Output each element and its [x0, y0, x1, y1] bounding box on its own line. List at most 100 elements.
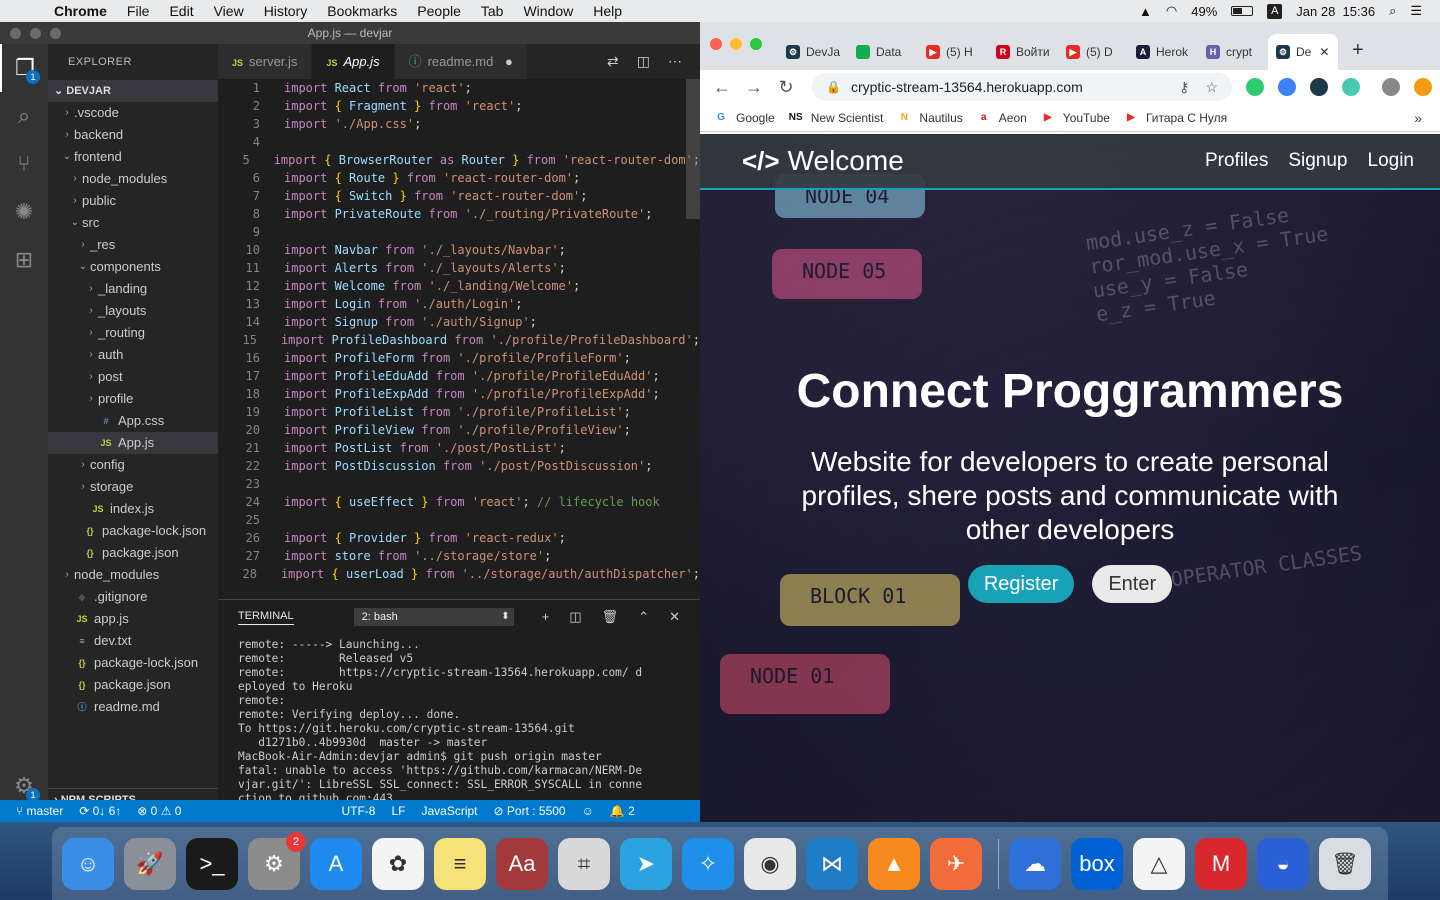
calculator-icon[interactable]: ⌗: [558, 837, 610, 890]
menu-window[interactable]: Window: [523, 3, 573, 19]
tree-item[interactable]: › _landing: [48, 278, 218, 300]
menu-history[interactable]: History: [264, 3, 308, 19]
mega-icon[interactable]: M: [1195, 837, 1247, 890]
adblock-extension-icon[interactable]: [1246, 78, 1264, 96]
back-button[interactable]: ←: [706, 77, 738, 98]
bookmark-item[interactable]: NS New Scientist: [789, 111, 884, 125]
chrome-tab[interactable]: ⚙ De ✕: [1268, 34, 1338, 70]
editor-scrollbar[interactable]: [686, 79, 700, 219]
extensions-icon[interactable]: ⊞: [0, 236, 48, 284]
wifi-icon[interactable]: ◠: [1166, 3, 1177, 19]
tree-item[interactable]: › storage: [48, 476, 218, 498]
chrome-icon[interactable]: ◉: [744, 837, 796, 890]
tree-item[interactable]: JS index.js: [48, 498, 218, 520]
enter-button[interactable]: Enter: [1092, 565, 1173, 603]
extension-icon[interactable]: [1342, 78, 1360, 96]
key-icon[interactable]: ⚷: [1179, 79, 1189, 96]
chrome-tab[interactable]: Hcrypt: [1198, 34, 1268, 70]
bookmark-star-icon[interactable]: ☆: [1205, 79, 1218, 96]
notes-icon[interactable]: ≡: [434, 837, 486, 890]
dictionary-icon[interactable]: Aa: [496, 837, 548, 890]
tree-item[interactable]: ≡ dev.txt: [48, 630, 218, 652]
chrome-tab[interactable]: ▶ (5) D: [1058, 34, 1128, 70]
tree-item[interactable]: JS app.js: [48, 608, 218, 630]
input-source-icon[interactable]: A: [1267, 3, 1283, 19]
tree-item[interactable]: › profile: [48, 388, 218, 410]
close-panel-icon[interactable]: ✕: [669, 609, 680, 625]
forward-button[interactable]: →: [738, 77, 770, 98]
tree-item[interactable]: › _layouts: [48, 300, 218, 322]
menu-view[interactable]: View: [214, 3, 244, 19]
site-brand[interactable]: </> Welcome: [742, 145, 904, 177]
terminal-icon[interactable]: >_: [186, 837, 238, 890]
bookmarks-overflow-icon[interactable]: »: [1414, 110, 1422, 126]
tree-item[interactable]: {} package-lock.json: [48, 520, 218, 542]
bookmark-item[interactable]: a Aeon: [977, 111, 1027, 125]
git-branch[interactable]: ⑂ master: [16, 804, 63, 818]
tree-item[interactable]: › _routing: [48, 322, 218, 344]
tree-item[interactable]: ⌄ src: [48, 212, 218, 234]
bookmark-item[interactable]: ▶ Гитара С Нуля: [1124, 111, 1227, 125]
chrome-zoom-button[interactable]: [750, 38, 762, 50]
open-changes-icon[interactable]: ⇄: [607, 53, 619, 70]
telegram-icon[interactable]: ➤: [620, 837, 672, 890]
tree-item[interactable]: › config: [48, 454, 218, 476]
tab-readme-md[interactable]: ⓘ readme.md ●: [394, 44, 528, 79]
menu-app-name[interactable]: Chrome: [54, 3, 107, 19]
chrome-tab[interactable]: A Herok: [1128, 34, 1198, 70]
tree-item[interactable]: # App.css: [48, 410, 218, 432]
project-root[interactable]: ⌄ DEVJAR: [48, 80, 218, 102]
close-tab-icon[interactable]: ✕: [1319, 45, 1329, 59]
spotlight-search-icon[interactable]: ⌕: [1389, 3, 1396, 19]
tree-item[interactable]: ◆ .gitignore: [48, 586, 218, 608]
icloud-icon[interactable]: ☁: [1009, 837, 1061, 890]
reload-button[interactable]: ↻: [770, 77, 802, 98]
split-terminal-icon[interactable]: ◫: [569, 609, 581, 625]
postman-icon[interactable]: ✈: [930, 837, 982, 890]
vscode-icon[interactable]: ⋈: [806, 837, 858, 890]
kill-terminal-icon[interactable]: 🗑: [602, 609, 619, 625]
google-drive-icon[interactable]: △: [1133, 837, 1185, 890]
minimize-window-button[interactable]: [30, 28, 41, 39]
nav-link-profiles[interactable]: Profiles: [1205, 150, 1268, 172]
search-icon[interactable]: ⌕: [0, 92, 48, 140]
bookmark-item[interactable]: ▶ YouTube: [1041, 111, 1110, 125]
tree-item[interactable]: {} package.json: [48, 542, 218, 564]
tree-item[interactable]: › .vscode: [48, 102, 218, 124]
lock-icon[interactable]: 🔒: [826, 80, 841, 94]
chrome-tab[interactable]: R Войти: [988, 34, 1058, 70]
vlc-icon[interactable]: ▲: [868, 837, 920, 890]
app-store-icon[interactable]: A: [310, 837, 362, 890]
tree-item[interactable]: › backend: [48, 124, 218, 146]
code-editor[interactable]: 1 import React from 'react'; 2 import { Fra…: [218, 79, 700, 599]
upload-status-icon[interactable]: ▲: [1139, 4, 1152, 19]
yandex-disk-icon[interactable]: ◒: [1257, 837, 1309, 890]
problems-count[interactable]: ⊗ 0 ⚠ 0: [137, 804, 181, 818]
menu-tab[interactable]: Tab: [481, 3, 504, 19]
chrome-close-button[interactable]: [710, 38, 722, 50]
nav-link-login[interactable]: Login: [1368, 150, 1415, 172]
tree-item[interactable]: JS App.js: [48, 432, 218, 454]
control-center-icon[interactable]: ☰: [1410, 3, 1422, 19]
register-button[interactable]: Register: [967, 565, 1075, 603]
chrome-tab[interactable]: ⚙ DevJa: [778, 34, 848, 70]
battery-icon[interactable]: [1231, 6, 1254, 16]
chrome-tab[interactable]: Data: [848, 34, 918, 70]
system-preferences-icon[interactable]: ⚙ 2: [248, 831, 306, 890]
live-server-port[interactable]: ⊘ Port : 5500: [494, 804, 566, 818]
notifications-bell[interactable]: 🔔 2: [610, 804, 635, 818]
tree-item[interactable]: › public: [48, 190, 218, 212]
chrome-tab[interactable]: ▶ (5) H: [918, 34, 988, 70]
launchpad-icon[interactable]: 🚀: [124, 837, 176, 890]
encoding[interactable]: UTF-8: [341, 804, 375, 818]
address-bar[interactable]: 🔒 cryptic-stream-13564.herokuapp.com ⚷ ☆: [812, 73, 1232, 101]
bookmark-item[interactable]: G Google: [714, 111, 775, 125]
terminal-output[interactable]: remote: -----> Launching... remote: Relea…: [218, 634, 700, 822]
tree-item[interactable]: {} package.json: [48, 674, 218, 696]
terminal-selector[interactable]: 2: bash: [353, 608, 514, 626]
tree-item[interactable]: › _res: [48, 234, 218, 256]
tree-item[interactable]: › node_modules: [48, 168, 218, 190]
box-icon[interactable]: box: [1071, 837, 1123, 890]
profile-avatar[interactable]: [1382, 78, 1400, 96]
tree-item[interactable]: › post: [48, 366, 218, 388]
